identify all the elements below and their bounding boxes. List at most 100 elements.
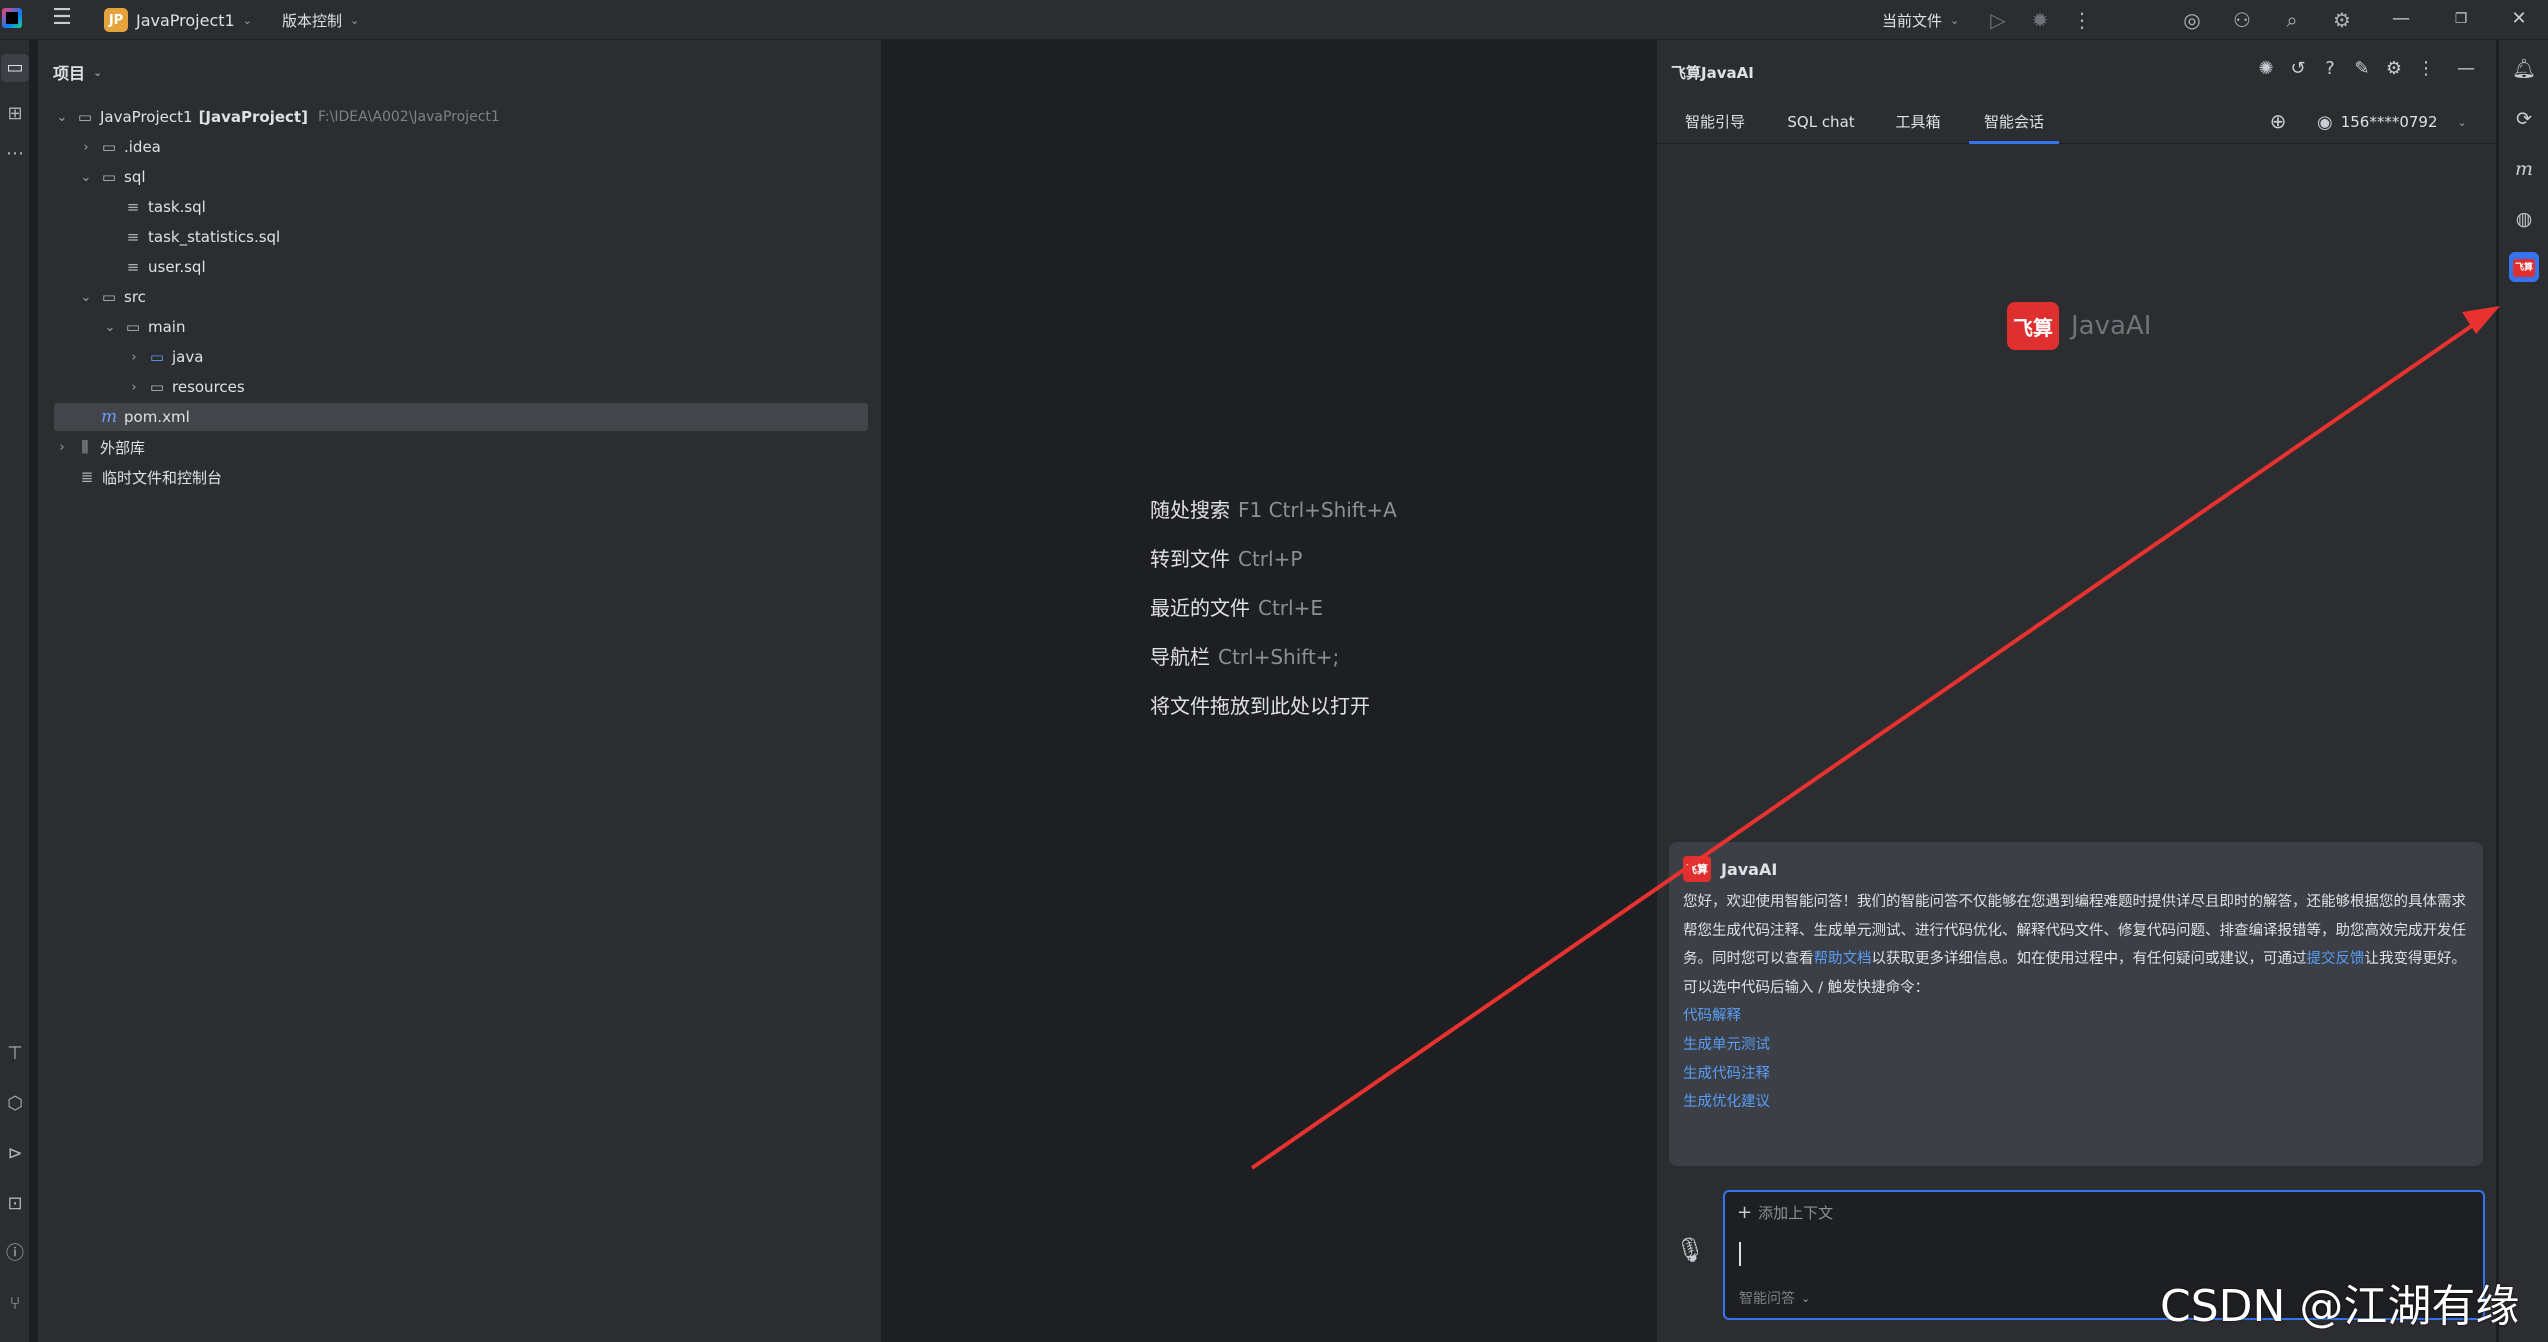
sql-file-icon: ≡ [126, 198, 140, 216]
tree-item-idea[interactable]: › ▭ .idea [78, 133, 161, 161]
build-hammer-icon[interactable]: ⊤ [1, 1040, 29, 1068]
hint-drop-files: 将文件拖放到此处以打开 [1150, 690, 1370, 719]
clear-session-icon[interactable]: ✺ [2253, 56, 2279, 82]
command-generate-comments[interactable]: 生成代码注释 [1683, 1060, 2473, 1089]
folder-icon: ▭ [125, 318, 141, 336]
project-switcher[interactable]: JP JavaProject1 ⌄ [104, 6, 252, 34]
add-context-button[interactable]: + 添加上下文 [1737, 1202, 1833, 1223]
run-config-selector[interactable]: 当前文件 ⌄ [1882, 0, 1959, 40]
expanded-arrow-icon[interactable]: ⌄ [54, 110, 70, 125]
hide-panel-icon[interactable]: — [2453, 56, 2479, 82]
tree-item-pom-xml[interactable]: m pom.xml [54, 403, 868, 431]
settings-gear-icon[interactable]: ⚙ [2328, 6, 2356, 34]
close-window-button[interactable]: ✕ [2490, 0, 2548, 40]
assistant-swirl-icon[interactable]: ◍ [2509, 204, 2539, 234]
project-panel-header[interactable]: 项目 ⌄ [53, 60, 102, 84]
expanded-arrow-icon[interactable]: ⌄ [78, 170, 94, 185]
source-folder-icon: ▭ [149, 348, 165, 366]
edit-icon[interactable]: ✎ [2349, 56, 2375, 82]
chevron-down-icon: ⌄ [1801, 1291, 1811, 1305]
new-chat-plus-icon[interactable]: ⊕ [2265, 108, 2291, 134]
tree-item-resources[interactable]: › ▭ resources [126, 373, 245, 401]
run-services-icon[interactable]: ⊳ [1, 1140, 29, 1168]
maven-icon[interactable]: m [2509, 154, 2539, 184]
project-panel: 项目 ⌄ ⌄ ▭ JavaProject1 [JavaProject] F:\I… [38, 40, 882, 1342]
editor-empty-state: 随处搜索 F1 Ctrl+Shift+A 转到文件 Ctrl+P 最近的文件 Ctrl… [884, 40, 1654, 1342]
expanded-arrow-icon[interactable]: ⌄ [102, 320, 118, 335]
structure-icon[interactable]: ⊞ [1, 100, 29, 128]
message-sender: JavaAI [1721, 859, 1778, 879]
scratches-icon: ≣ [80, 468, 94, 486]
vcs-menu[interactable]: 版本控制 ⌄ [282, 6, 359, 34]
ai-assistant-icon[interactable]: ◎ [2178, 6, 2206, 34]
tab-sql-chat[interactable]: SQL chat [1775, 100, 1867, 144]
javaai-panel-title: 飞算JavaAI [1671, 64, 1754, 82]
ai-chat-icon[interactable]: ⟳ [2509, 104, 2539, 134]
project-folder-icon[interactable]: ▭ [1, 54, 29, 82]
tree-label: resources [172, 378, 245, 396]
module-folder-icon: ▭ [77, 108, 93, 126]
tab-toolbox[interactable]: 工具箱 [1877, 100, 1959, 144]
command-generate-optimization[interactable]: 生成优化建议 [1683, 1088, 2473, 1117]
tree-item-user-sql[interactable]: ≡ user.sql [124, 253, 206, 281]
help-icon[interactable]: ? [2317, 56, 2343, 82]
left-tool-stripe: ▭ ⊞ ⋯ ⊤ ⬡ ⊳ ⊡ ⓘ ⑂ [0, 40, 30, 1342]
collapsed-arrow-icon[interactable]: › [78, 140, 94, 155]
tree-label: JavaProject1 [100, 108, 193, 126]
tree-item-src[interactable]: ⌄ ▭ src [78, 283, 146, 311]
tree-item-root[interactable]: ⌄ ▭ JavaProject1 [JavaProject] F:\IDEA\A… [54, 103, 500, 131]
git-branch-icon[interactable]: ⑂ [1, 1290, 29, 1318]
more-icon[interactable]: ⋮ [2068, 6, 2096, 34]
more-tools-icon[interactable]: ⋯ [1, 140, 29, 168]
search-icon[interactable]: ⌕ [2278, 6, 2306, 34]
tree-label: src [124, 288, 146, 306]
tree-label: sql [124, 168, 146, 186]
hint-shortcut: Ctrl+Shift+; [1218, 645, 1340, 669]
message-body: 您好，欢迎使用智能问答！我们的智能问答不仅能够在您遇到编程难题时提供详尽且即时的… [1683, 888, 2473, 1117]
chevron-down-icon: ⌄ [93, 65, 103, 79]
user-account-menu[interactable]: ◉ 156****0792 ⌄ [2317, 108, 2467, 136]
vcs-label: 版本控制 [282, 11, 343, 30]
help-docs-link[interactable]: 帮助文档 [1814, 951, 1872, 967]
expanded-arrow-icon[interactable]: ⌄ [78, 290, 94, 305]
hint-navigation-bar: 导航栏 Ctrl+Shift+; [1150, 641, 1339, 670]
tab-smart-chat[interactable]: 智能会话 [1969, 100, 2059, 144]
main-menu-icon[interactable]: ☰ [50, 6, 74, 30]
services-icon[interactable]: ⬡ [1, 1090, 29, 1118]
intellij-logo-icon [2, 8, 22, 28]
run-icon[interactable]: ▷ [1984, 6, 2012, 34]
command-hint: 可以选中代码后输入 / 触发快捷命令： [1683, 979, 1930, 996]
javaai-tool-window: 飞算JavaAI ✺ ↺ ? ✎ ⚙ ⋮ — 智能引导 SQL chat 工具箱… [1656, 40, 2497, 1342]
tree-module-type: [JavaProject] [198, 108, 308, 126]
command-generate-unit-test[interactable]: 生成单元测试 [1683, 1031, 2473, 1060]
microphone-icon[interactable]: 🎙︎ [1675, 1236, 1705, 1272]
tree-item-sql[interactable]: ⌄ ▭ sql [78, 163, 146, 191]
terminal-icon[interactable]: ⊡ [1, 1190, 29, 1218]
folder-icon: ▭ [101, 168, 117, 186]
settings-gear-icon[interactable]: ⚙ [2381, 56, 2407, 82]
submit-feedback-link[interactable]: 提交反馈 [2307, 951, 2365, 967]
command-explain-code[interactable]: 代码解释 [1683, 1002, 2473, 1031]
tree-item-java[interactable]: › ▭ java [126, 343, 203, 371]
tab-smart-guide[interactable]: 智能引导 [1669, 100, 1761, 144]
collapsed-arrow-icon[interactable]: › [54, 440, 70, 455]
tree-item-external-libraries[interactable]: › ⫼ 外部库 [54, 433, 145, 461]
debug-icon[interactable]: ✹ [2026, 6, 2054, 34]
tree-label: .idea [124, 138, 161, 156]
hint-label: 将文件拖放到此处以打开 [1150, 694, 1370, 718]
chat-mode-selector[interactable]: 智能问答 ⌄ [1739, 1288, 1810, 1308]
tree-item-task-statistics-sql[interactable]: ≡ task_statistics.sql [124, 223, 281, 251]
history-icon[interactable]: ↺ [2285, 56, 2311, 82]
tree-item-main[interactable]: ⌄ ▭ main [102, 313, 186, 341]
tree-item-scratches[interactable]: ≣ 临时文件和控制台 [78, 463, 222, 491]
notifications-bell-icon[interactable]: 🔔︎ [2509, 54, 2539, 84]
restore-window-button[interactable]: ❐ [2432, 0, 2490, 40]
collapsed-arrow-icon[interactable]: › [126, 350, 142, 365]
add-user-icon[interactable]: ⚇ [2228, 6, 2256, 34]
tree-item-task-sql[interactable]: ≡ task.sql [124, 193, 206, 221]
more-options-icon[interactable]: ⋮ [2413, 56, 2439, 82]
collapsed-arrow-icon[interactable]: › [126, 380, 142, 395]
problems-icon[interactable]: ⓘ [1, 1240, 29, 1268]
javaai-tool-icon[interactable]: 飞算 [2509, 252, 2539, 282]
minimize-window-button[interactable]: — [2372, 0, 2430, 40]
